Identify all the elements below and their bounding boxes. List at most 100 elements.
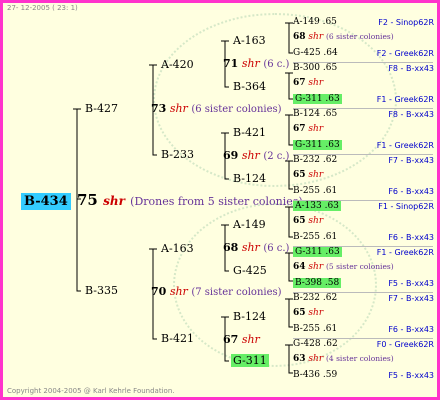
gen4-origin: F8 - B-xx43 [388, 64, 434, 73]
gen4-origin: F1 - Greek62R [376, 140, 434, 150]
gen4-label: G-311 .63 [293, 93, 342, 104]
gen4-origin: F2 - Sinop62R [378, 18, 434, 27]
gen4-node[interactable]: B-232 .62 [293, 156, 337, 165]
pedigree-frame: 27- 12-2005 ( 23: 1) Copyright 2004-2005… [0, 0, 440, 400]
gen4-node[interactable]: G-311 .63 [293, 93, 342, 104]
gen4-label: B-436 .59 [293, 369, 338, 380]
root-node[interactable]: B-434 [21, 192, 71, 210]
gen3-node[interactable]: A-163 [233, 35, 266, 46]
gen4-node[interactable]: 64 shr (5 sister colonies) [293, 263, 394, 272]
root-note: (Drones from 5 sister colonies) [130, 195, 303, 208]
gen2-node[interactable]: A-163 [161, 243, 194, 254]
gen4-origin: F0 - Greek62R [376, 340, 434, 349]
gen4-year: 68 [293, 32, 306, 43]
copyright: Copyright 2004-2005 @ Karl Kehrle Founda… [7, 387, 175, 395]
print-date: 27- 12-2005 ( 23: 1) [7, 4, 78, 12]
gen4-node[interactable]: 63 shr (4 sister colonies) [293, 355, 394, 364]
gen2-year: 73 shr (6 sister colonies) [151, 102, 282, 115]
gen4-origin: F1 - Greek62R [376, 248, 434, 257]
gen4-year: 67 [293, 78, 306, 89]
gen4-year: 65 [293, 170, 306, 181]
gen4-note: (4 sister colonies) [326, 354, 394, 364]
gen4-node[interactable]: 65 shr [293, 171, 323, 180]
gen4-shr: shr [308, 216, 324, 227]
gen4-origin: F1 - Sinop62R [378, 202, 434, 211]
gen4-label: B-398 .58 [293, 277, 342, 288]
gen4-node[interactable]: 67 shr [293, 79, 323, 88]
gen3-year: 67 shr [223, 333, 260, 346]
gen4-shr: shr [308, 124, 324, 135]
root-shr: shr [103, 194, 125, 208]
gen4-shr: shr [308, 354, 324, 365]
gen4-shr: shr [308, 308, 324, 319]
gen4-origin: F6 - B-xx43 [388, 324, 434, 334]
gen4-shr: shr [308, 78, 324, 89]
gen1-node[interactable]: B-335 [85, 285, 118, 296]
gen4-node[interactable]: B-255 .61 [293, 231, 338, 242]
gen3-node[interactable]: B-421 [233, 127, 266, 138]
gen4-label: B-255 .61 [293, 231, 338, 242]
gen4-label: A-133 .63 [293, 201, 341, 211]
gen4-label: B-232 .62 [293, 293, 338, 303]
gen4-node[interactable]: B-436 .59 [293, 369, 338, 380]
gen4-label: B-255 .61 [293, 185, 338, 196]
gen4-origin: F2 - Greek62R [376, 48, 434, 58]
gen4-node[interactable]: A-133 .63 [293, 201, 341, 211]
gen4-origin: F5 - B-xx43 [388, 370, 434, 380]
gen3-year: 71 shr (6 c.) [223, 57, 290, 70]
gen2-node[interactable]: B-421 [161, 333, 194, 344]
gen4-node[interactable]: B-300 .65 [293, 64, 337, 73]
gen4-node[interactable]: B-232 .62 [293, 294, 337, 303]
gen4-node[interactable]: G-428 .62 [293, 340, 338, 349]
gen4-year: 64 [293, 262, 306, 273]
gen4-year: 63 [293, 354, 306, 365]
gen3-year: 69 shr (2 c.) [223, 149, 290, 162]
gen3-node[interactable]: A-149 [233, 219, 266, 230]
gen4-node[interactable]: G-425 .64 [293, 47, 338, 58]
gen3-node[interactable]: G-311 [231, 354, 269, 367]
gen4-origin: F8 - B-xx43 [388, 110, 434, 119]
gen4-note: (6 sister colonies) [326, 32, 394, 42]
gen4-node[interactable]: G-311 .63 [293, 247, 342, 257]
gen4-node[interactable]: B-255 .61 [293, 323, 338, 334]
gen4-node[interactable]: 68 shr (6 sister colonies) [293, 33, 394, 42]
root-label: B-434 [21, 193, 71, 210]
gen4-node[interactable]: B-255 .61 [293, 185, 338, 196]
gen4-note: (5 sister colonies) [326, 262, 394, 272]
gen4-node[interactable]: B-398 .58 [293, 277, 342, 288]
gen4-label: G-425 .64 [293, 47, 338, 58]
gen4-origin: F6 - B-xx43 [388, 186, 434, 196]
gen4-label: B-232 .62 [293, 155, 338, 165]
gen4-label: G-311 .63 [293, 139, 342, 150]
gen4-shr: shr [308, 32, 324, 43]
gen3-node[interactable]: B-124 [233, 311, 266, 322]
gen1-node[interactable]: B-427 [85, 103, 118, 114]
gen4-year: 65 [293, 308, 306, 319]
gen2-year: 70 shr (7 sister colonies) [151, 285, 282, 298]
gen4-origin: F5 - B-xx43 [388, 278, 434, 288]
gen4-year: 67 [293, 124, 306, 135]
gen4-origin: F7 - B-xx43 [388, 156, 434, 165]
gen4-origin: F6 - B-xx43 [388, 232, 434, 242]
gen4-shr: shr [308, 170, 324, 181]
gen4-node[interactable]: 67 shr [293, 125, 323, 134]
gen4-label: B-300 .65 [293, 63, 338, 73]
gen4-shr: shr [308, 262, 324, 273]
gen4-node[interactable]: G-311 .63 [293, 139, 342, 150]
gen2-node[interactable]: B-233 [161, 149, 194, 160]
gen4-origin: F1 - Greek62R [376, 94, 434, 104]
gen2-node[interactable]: A-420 [161, 59, 194, 70]
gen4-node[interactable]: 65 shr [293, 217, 323, 226]
gen4-label: G-428 .62 [293, 339, 338, 349]
gen3-node[interactable]: B-124 [233, 173, 266, 184]
gen3-node[interactable]: G-425 [233, 265, 267, 276]
gen4-label: A-149 .65 [293, 17, 337, 27]
gen4-node[interactable]: A-149 .65 [293, 18, 337, 27]
gen4-label: B-255 .61 [293, 323, 338, 334]
gen4-node[interactable]: 65 shr [293, 309, 323, 318]
gen4-origin: F7 - B-xx43 [388, 294, 434, 303]
gen3-node[interactable]: B-364 [233, 81, 266, 92]
gen4-node[interactable]: B-124 .65 [293, 110, 337, 119]
root-year: 75 shr (Drones from 5 sister colonies) [77, 191, 303, 209]
gen4-year: 65 [293, 216, 306, 227]
